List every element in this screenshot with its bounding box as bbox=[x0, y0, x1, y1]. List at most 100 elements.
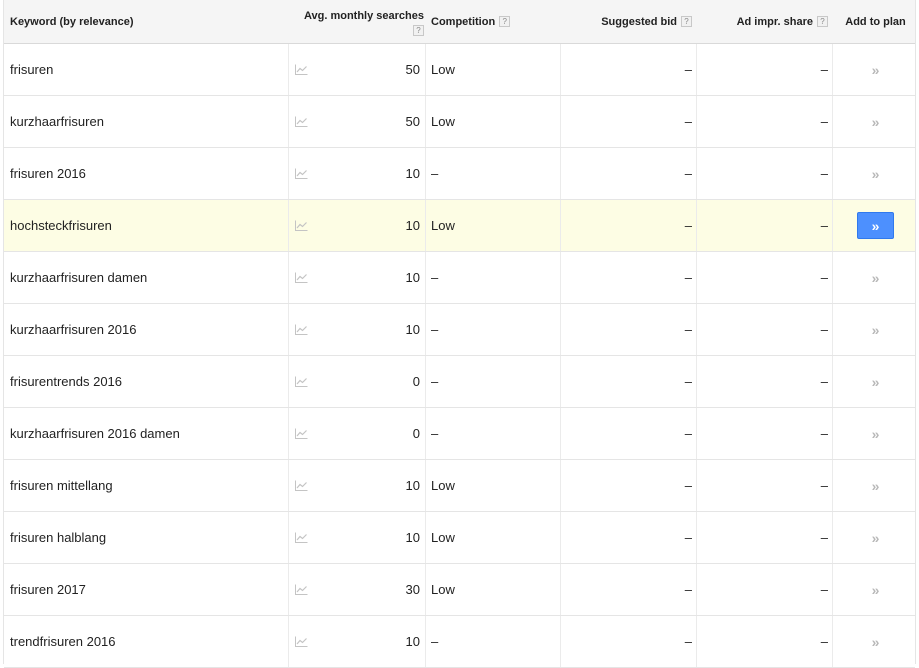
keyword-text: frisuren mittellang bbox=[10, 478, 113, 493]
suggested-bid-cell: – bbox=[564, 252, 692, 303]
ad-impr-share-cell: – bbox=[700, 356, 828, 407]
column-divider bbox=[288, 616, 289, 667]
column-divider bbox=[696, 564, 697, 615]
table-row: frisuren 2017 30 Low – – » bbox=[4, 564, 915, 616]
column-divider bbox=[425, 564, 426, 615]
double-chevron-right-icon[interactable]: » bbox=[872, 530, 880, 546]
ad-impr-share-value: – bbox=[820, 166, 828, 181]
column-divider bbox=[560, 356, 561, 407]
competition-cell: Low bbox=[431, 200, 557, 251]
suggested-bid-value: – bbox=[684, 530, 692, 545]
double-chevron-right-icon[interactable]: » bbox=[872, 374, 880, 390]
double-chevron-right-icon[interactable]: » bbox=[872, 62, 880, 78]
table-row: kurzhaarfrisuren damen 10– – –» bbox=[4, 252, 915, 304]
column-divider bbox=[832, 356, 833, 407]
double-chevron-right-icon[interactable]: » bbox=[872, 478, 880, 494]
column-divider bbox=[425, 512, 426, 563]
keyword-text: hochsteckfrisuren bbox=[10, 218, 112, 233]
column-divider bbox=[832, 512, 833, 563]
suggested-bid-value: – bbox=[684, 166, 692, 181]
table-row: kurzhaarfrisuren 2016 damen 0– – –» bbox=[4, 408, 915, 460]
avg-searches-value: 10 bbox=[405, 270, 420, 285]
double-chevron-right-icon[interactable]: » bbox=[872, 582, 880, 598]
column-divider bbox=[696, 304, 697, 355]
column-divider bbox=[288, 408, 289, 459]
column-divider bbox=[560, 96, 561, 147]
column-divider bbox=[288, 564, 289, 615]
ad-impr-share-cell: – bbox=[700, 564, 828, 615]
help-icon[interactable]: ? bbox=[817, 16, 828, 27]
table-header: Keyword (by relevance) Avg. monthly sear… bbox=[4, 0, 915, 44]
competition-value: – bbox=[431, 166, 439, 181]
ad-impr-share-cell: – bbox=[700, 304, 828, 355]
avg-searches-cell: 50 bbox=[304, 96, 420, 147]
column-divider bbox=[425, 304, 426, 355]
column-header-keyword-label: Keyword (by relevance) bbox=[10, 15, 134, 28]
avg-searches-cell: 10 bbox=[304, 200, 420, 251]
suggested-bid-cell: – bbox=[564, 44, 692, 95]
keyword-cell: kurzhaarfrisuren bbox=[10, 96, 286, 147]
ad-impr-share-value: – bbox=[820, 270, 828, 285]
suggested-bid-cell: – bbox=[564, 616, 692, 667]
avg-searches-value: 50 bbox=[405, 114, 420, 129]
help-icon[interactable]: ? bbox=[681, 16, 692, 27]
column-divider bbox=[560, 304, 561, 355]
add-to-plan-button[interactable]: » bbox=[857, 212, 894, 239]
avg-searches-cell: 10 bbox=[304, 460, 420, 511]
column-header-avg-searches[interactable]: Avg. monthly searches ? bbox=[292, 0, 424, 43]
suggested-bid-value: – bbox=[684, 478, 692, 493]
ad-impr-share-value: – bbox=[820, 426, 828, 441]
avg-searches-cell: 50 bbox=[304, 44, 420, 95]
competition-cell: Low bbox=[431, 512, 557, 563]
ad-impr-share-value: – bbox=[820, 114, 828, 129]
column-divider bbox=[832, 252, 833, 303]
column-divider bbox=[696, 512, 697, 563]
suggested-bid-value: – bbox=[684, 218, 692, 233]
competition-value: Low bbox=[431, 114, 455, 129]
double-chevron-right-icon[interactable]: » bbox=[872, 114, 880, 130]
ad-impr-share-value: – bbox=[820, 374, 828, 389]
help-icon[interactable]: ? bbox=[499, 16, 511, 27]
column-divider bbox=[560, 616, 561, 667]
column-header-competition[interactable]: Competition ? bbox=[431, 0, 557, 43]
double-chevron-right-icon[interactable]: » bbox=[872, 426, 880, 442]
avg-searches-value: 10 bbox=[405, 322, 420, 337]
avg-searches-cell: 0 bbox=[304, 356, 420, 407]
double-chevron-right-icon[interactable]: » bbox=[872, 166, 880, 182]
table-row: frisuren halblang 10 Low – – » bbox=[4, 512, 915, 564]
keyword-cell: frisuren 2017 bbox=[10, 564, 286, 615]
avg-searches-cell: 10 bbox=[304, 304, 420, 355]
ad-impr-share-value: – bbox=[820, 530, 828, 545]
keyword-text: trendfrisuren 2016 bbox=[10, 634, 116, 649]
keyword-text: kurzhaarfrisuren bbox=[10, 114, 104, 129]
column-header-ad-impr-share[interactable]: Ad impr. share ? bbox=[700, 0, 828, 43]
column-header-suggested-bid[interactable]: Suggested bid ? bbox=[564, 0, 692, 43]
competition-cell: Low bbox=[431, 96, 557, 147]
column-divider bbox=[425, 96, 426, 147]
ad-impr-share-cell: – bbox=[700, 460, 828, 511]
keyword-ideas-table: Keyword (by relevance) Avg. monthly sear… bbox=[3, 0, 916, 668]
double-chevron-right-icon[interactable]: » bbox=[872, 270, 880, 286]
suggested-bid-value: – bbox=[684, 114, 692, 129]
avg-searches-value: 0 bbox=[412, 426, 420, 441]
competition-value: Low bbox=[431, 218, 455, 233]
keyword-cell: frisuren mittellang bbox=[10, 460, 286, 511]
suggested-bid-cell: – bbox=[564, 356, 692, 407]
keyword-cell: frisuren halblang bbox=[10, 512, 286, 563]
table-row: kurzhaarfrisuren 2016 10– – –» bbox=[4, 304, 915, 356]
help-icon[interactable]: ? bbox=[413, 25, 424, 36]
competition-value: Low bbox=[431, 478, 455, 493]
add-to-plan-cell: » bbox=[836, 512, 915, 563]
ad-impr-share-value: – bbox=[820, 218, 828, 233]
column-divider bbox=[560, 564, 561, 615]
competition-value: – bbox=[431, 270, 439, 285]
competition-value: – bbox=[431, 426, 439, 441]
column-divider bbox=[696, 252, 697, 303]
suggested-bid-cell: – bbox=[564, 460, 692, 511]
double-chevron-right-icon[interactable]: » bbox=[872, 634, 880, 650]
double-chevron-right-icon[interactable]: » bbox=[872, 322, 880, 338]
column-header-keyword[interactable]: Keyword (by relevance) bbox=[10, 0, 286, 43]
avg-searches-value: 10 bbox=[405, 530, 420, 545]
column-divider bbox=[425, 148, 426, 199]
add-to-plan-cell: » bbox=[836, 304, 915, 355]
